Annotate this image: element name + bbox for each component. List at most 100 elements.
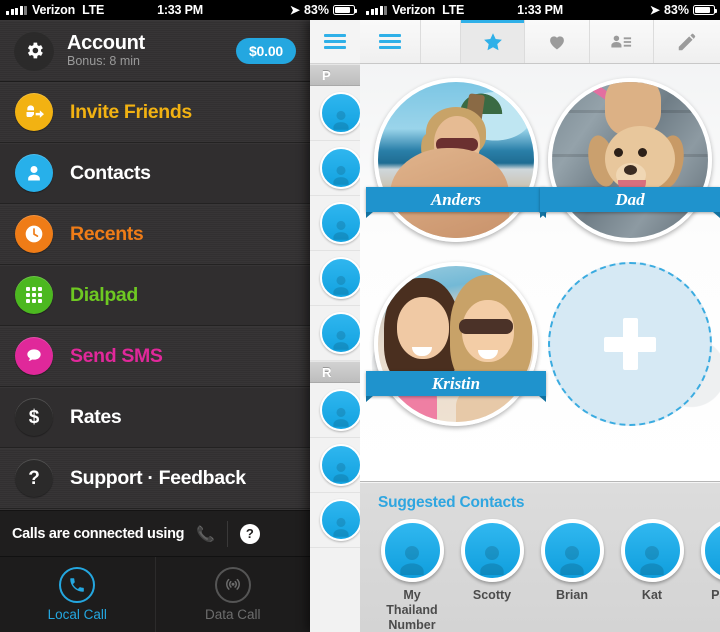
help-icon[interactable]: ? xyxy=(239,523,260,544)
suggested-contact[interactable]: Scotty xyxy=(456,519,528,632)
menu-item-contacts[interactable]: Contacts xyxy=(0,143,310,204)
location-arrow-icon: ➤ xyxy=(289,3,300,17)
battery-percent-label: 83% xyxy=(663,3,689,17)
menu-item-label: Dialpad xyxy=(70,283,138,306)
menu-item-label: Support · Feedback xyxy=(70,466,246,489)
menu-item-label: Contacts xyxy=(70,161,151,184)
question-mark-icon: ? xyxy=(15,459,53,497)
call-mode-local[interactable]: Local Call xyxy=(0,557,155,632)
avatar xyxy=(320,444,360,486)
menu-item-dialpad[interactable]: Dialpad xyxy=(0,265,310,326)
clock-icon xyxy=(15,215,53,253)
call-mode-toggle: Local Call Data Call xyxy=(0,556,310,632)
menu-item-rates[interactable]: $ Rates xyxy=(0,387,310,448)
suggested-contact[interactable]: Brian xyxy=(536,519,608,632)
add-favorite-button[interactable] xyxy=(548,262,712,426)
contact-name: Scotty xyxy=(472,588,512,602)
battery-icon xyxy=(333,5,358,15)
pencil-icon xyxy=(678,33,696,50)
favorite-card[interactable]: Dad xyxy=(540,78,720,242)
connection-method-bar: Calls are connected using 📞 ? xyxy=(0,510,310,556)
contact-name: Brian xyxy=(556,588,588,602)
star-icon xyxy=(483,32,502,50)
avatar xyxy=(460,519,524,582)
menu-item-label: Send SMS xyxy=(70,344,163,367)
avatar xyxy=(620,519,684,582)
list-item[interactable] xyxy=(310,86,360,141)
tab-contacts[interactable] xyxy=(590,20,654,63)
right-screenshot-favorites: Verizon LTE 1:33 PM ➤ 83% Anders Dad Kri… xyxy=(360,0,720,632)
suggested-contacts-title: Suggested Contacts xyxy=(378,494,525,511)
account-bonus-label: Bonus: 8 min xyxy=(67,53,140,68)
gear-icon[interactable] xyxy=(14,30,54,71)
section-header-r: R xyxy=(310,361,360,383)
plus-icon xyxy=(604,318,656,370)
wifi-broadcast-icon xyxy=(214,567,251,603)
favorites-area: Anders Dad Kristin xyxy=(360,64,720,481)
account-header[interactable]: Account Bonus: 8 min $0.00 xyxy=(0,20,310,82)
favorites-grid: Anders Dad Kristin xyxy=(366,78,720,444)
menu-item-invite-friends[interactable]: Invite Friends xyxy=(0,82,310,143)
avatar xyxy=(320,499,360,541)
suggested-contact[interactable]: Kat xyxy=(616,519,688,632)
list-item[interactable] xyxy=(310,251,360,306)
heart-icon xyxy=(550,35,564,49)
favorite-card[interactable]: Anders xyxy=(366,78,546,242)
photo-anders xyxy=(378,82,534,238)
avatar xyxy=(700,519,720,582)
list-item[interactable] xyxy=(310,493,360,548)
menu-item-label: Rates xyxy=(70,405,122,428)
favorite-name-banner: Dad xyxy=(540,187,720,218)
contacts-list-peek[interactable]: P R xyxy=(310,20,360,632)
tab-spacer xyxy=(421,20,462,63)
contacts-person-icon xyxy=(15,154,53,192)
dollar-icon: $ xyxy=(15,398,53,436)
tab-likes[interactable] xyxy=(525,20,590,63)
balance-badge[interactable]: $0.00 xyxy=(235,38,296,64)
contact-name: Kat xyxy=(641,588,663,602)
chat-bubble-icon xyxy=(15,337,53,375)
tab-menu[interactable] xyxy=(360,20,422,63)
avatar xyxy=(380,519,444,582)
navigation-drawer: Account Bonus: 8 min $0.00 Invite Friend… xyxy=(0,20,310,632)
account-title: Account xyxy=(67,31,145,54)
hamburger-menu-icon[interactable] xyxy=(310,20,360,64)
menu-item-send-sms[interactable]: Send SMS xyxy=(0,326,310,387)
status-bar-right: Verizon LTE 1:33 PM ➤ 83% xyxy=(360,0,720,20)
suggested-contact[interactable]: My Thailand Number xyxy=(376,519,448,632)
dialpad-grid-icon xyxy=(15,276,53,314)
list-item[interactable] xyxy=(310,383,360,438)
menu-item-support-feedback[interactable]: ? Support · Feedback xyxy=(0,448,310,509)
list-item[interactable] xyxy=(310,141,360,196)
favorite-photo xyxy=(374,78,538,242)
favorite-photo xyxy=(548,78,712,242)
suggested-contacts-section: Suggested Contacts My Thailand Number Sc… xyxy=(360,481,720,632)
top-tab-bar xyxy=(360,20,720,64)
list-item[interactable] xyxy=(310,438,360,493)
section-header-p: P xyxy=(310,64,360,86)
contact-name: My Thailand Number xyxy=(386,588,438,632)
hamburger-menu-icon xyxy=(379,31,401,52)
photo-kristin xyxy=(378,266,534,422)
call-mode-data[interactable]: Data Call xyxy=(154,557,311,632)
invite-friends-icon xyxy=(15,93,53,131)
tab-compose[interactable] xyxy=(654,20,720,63)
favorite-photo xyxy=(374,262,538,426)
suggested-contact[interactable]: Patrick xyxy=(696,519,720,632)
suggested-contacts-row[interactable]: My Thailand Number Scotty Brian Kat Patr… xyxy=(360,519,720,632)
call-mode-label: Local Call xyxy=(47,607,107,622)
tab-favorites[interactable] xyxy=(461,20,526,63)
location-arrow-icon: ➤ xyxy=(649,3,660,17)
favorite-card[interactable]: Kristin xyxy=(366,262,546,426)
call-mode-label: Data Call xyxy=(204,607,261,622)
list-item[interactable] xyxy=(310,306,360,361)
menu-item-recents[interactable]: Recents xyxy=(0,204,310,265)
favorite-name-banner: Anders xyxy=(366,187,546,218)
list-item[interactable] xyxy=(310,196,360,251)
phone-handset-icon: 📞 xyxy=(196,525,215,543)
avatar xyxy=(320,92,360,134)
contact-name: Patrick xyxy=(711,588,720,602)
phone-handset-icon xyxy=(59,567,96,603)
connection-method-label: Calls are connected using xyxy=(12,525,185,542)
contact-card-icon xyxy=(611,35,632,47)
